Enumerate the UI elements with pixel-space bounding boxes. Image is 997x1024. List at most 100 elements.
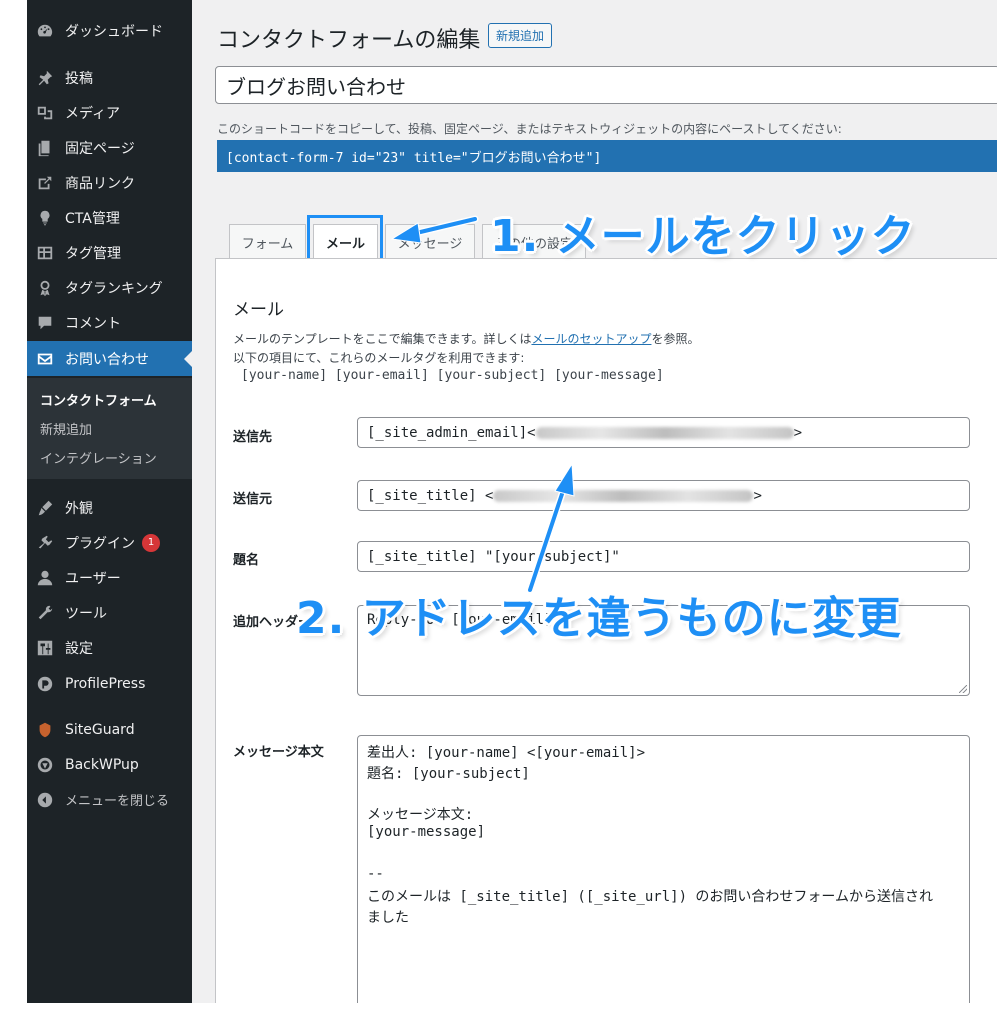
mail-description-text: メールのテンプレートをここで編集できます。詳しくは [233,332,532,346]
pin-icon [35,68,55,88]
sidebar-item-plugins[interactable]: プラグイン 1 [27,525,192,560]
submenu-item-contact-form[interactable]: コンタクトフォーム [40,390,157,409]
appearance-icon [35,498,55,518]
body-line: 差出人: [your-name] <[your-email]> [367,745,646,761]
redacted-email [535,426,794,439]
main-content: コンタクトフォームの編集 新規追加 ブログお問い合わせ このショートコードをコピ… [192,0,997,1003]
mail-heading: メール [233,300,284,320]
page-icon [35,138,55,158]
sidebar-item-tags[interactable]: タグ管理 [27,235,192,270]
to-field[interactable]: [_site_admin_email]< > [357,417,970,448]
resize-handle[interactable] [959,685,967,693]
from-field[interactable]: [_site_title] < > [357,480,970,511]
wp-admin-window: ダッシュボード 投稿 メディア 固定ページ 商品リンク CTA管理 タグ管理 タ… [27,0,997,1003]
mail-setup-link[interactable]: メールのセットアップ [531,332,651,346]
shortcode-field[interactable]: [contact-form-7 id="23" title="ブログお問い合わせ… [217,140,997,172]
sidebar-item-users[interactable]: ユーザー [27,560,192,595]
shield-icon [35,720,55,740]
sidebar-item-label: 外観 [65,500,93,517]
page-title: コンタクトフォームの編集 [217,28,481,53]
sidebar-item-dashboard[interactable]: ダッシュボード [27,13,192,48]
from-label: 送信元 [233,492,273,507]
settings-icon [35,638,55,658]
shortcode-description: このショートコードをコピーして、投稿、固定ページ、またはテキストウィジェットの内… [217,122,842,136]
comment-icon [35,313,55,333]
sidebar-item-label: 固定ページ [65,140,135,157]
collapse-icon [35,790,55,810]
tab-messages[interactable]: メッセージ [385,224,475,259]
mail-tags: [your-name] [your-email] [your-subject] … [241,368,664,383]
sidebar-item-label: BackWPup [65,756,139,773]
sidebar-item-appearance[interactable]: 外観 [27,490,192,525]
sidebar-item-tools[interactable]: ツール [27,595,192,630]
sidebar-item-siteguard[interactable]: SiteGuard [27,712,192,747]
subject-field[interactable]: [_site_title] "[your-subject]" [357,541,970,572]
body-line: メッセージ本文: [367,806,474,823]
update-count-badge: 1 [142,533,160,552]
collapse-menu-button[interactable]: メニューを閉じる [27,782,192,817]
sidebar-item-label: SiteGuard [65,721,135,738]
annotation-step2: 2. アドレスを違うものに変更 [296,593,902,644]
body-line: [your-message] [367,824,486,841]
admin-sidebar: ダッシュボード 投稿 メディア 固定ページ 商品リンク CTA管理 タグ管理 タ… [27,0,192,1003]
sidebar-item-label: 投稿 [65,70,93,87]
sidebar-item-label: メディア [65,105,121,122]
to-value-end: > [793,424,803,441]
profilepress-icon [35,674,55,694]
sidebar-item-product-links[interactable]: 商品リンク [27,165,192,200]
link-icon [35,173,55,193]
sidebar-item-label: 設定 [65,640,93,657]
body-line: ました [367,909,409,926]
sidebar-item-label: ProfilePress [65,675,146,692]
sidebar-item-label: コメント [65,315,121,332]
from-value: [_site_title] < [367,487,494,504]
sidebar-item-label: メニューを閉じる [65,794,170,809]
mail-description: メールのテンプレートをここで編集できます。詳しくはメールのセットアップを参照。 [233,330,699,347]
to-value: [_site_admin_email]< [367,424,536,441]
form-title-input[interactable]: ブログお問い合わせ [215,66,997,104]
from-value-end: > [753,487,762,504]
sidebar-item-settings[interactable]: 設定 [27,630,192,665]
sidebar-item-comments[interactable]: コメント [27,305,192,340]
sidebar-item-pages[interactable]: 固定ページ [27,130,192,165]
sidebar-item-label: プラグイン [65,535,135,552]
message-body-label: メッセージ本文 [233,745,324,760]
sidebar-item-label: ダッシュボード [65,23,163,40]
sidebar-item-contact[interactable]: お問い合わせ [27,341,192,376]
subject-label: 題名 [233,553,260,568]
body-line: このメールは [_site_title] ([_site_url]) のお問い合… [367,889,934,906]
submenu-item-add-new[interactable]: 新規追加 [40,419,92,438]
body-line [367,783,960,804]
annotation-step1: 1. メールをクリック [490,211,916,262]
sidebar-item-label: タグランキング [65,280,163,297]
user-icon [35,568,55,588]
to-label: 送信先 [233,430,273,445]
body-line [367,845,960,866]
sidebar-item-label: ユーザー [65,570,121,587]
sidebar-item-backwpup[interactable]: BackWPup [27,747,192,782]
sidebar-item-label: タグ管理 [65,245,121,262]
sidebar-item-media[interactable]: メディア [27,95,192,130]
body-line: -- [367,865,384,882]
add-new-button[interactable]: 新規追加 [488,23,553,48]
table-icon [35,243,55,263]
dashboard-icon [35,21,55,41]
media-icon [35,103,55,123]
sidebar-item-label: CTA管理 [65,210,120,227]
tab-form[interactable]: フォーム [229,224,306,259]
sidebar-item-tag-ranking[interactable]: タグランキング [27,270,192,305]
mail-description-suffix: を参照。 [651,332,700,346]
redacted-email [493,489,754,502]
wrench-icon [35,603,55,623]
plugin-icon [35,533,55,553]
mailtags-description: 以下の項目にて、これらのメールタグを利用できます: [233,351,525,365]
sidebar-submenu: コンタクトフォーム 新規追加 インテグレーション [27,378,192,479]
sidebar-item-cta[interactable]: CTA管理 [27,200,192,235]
sidebar-item-posts[interactable]: 投稿 [27,60,192,95]
mail-icon [35,349,55,369]
sidebar-item-label: お問い合わせ [65,351,149,368]
message-body-textarea[interactable]: 差出人: [your-name] <[your-email]> 題名: [you… [357,735,970,1003]
submenu-item-integration[interactable]: インテグレーション [40,448,157,467]
sidebar-item-label: ツール [65,605,107,622]
sidebar-item-profilepress[interactable]: ProfilePress [27,666,192,701]
